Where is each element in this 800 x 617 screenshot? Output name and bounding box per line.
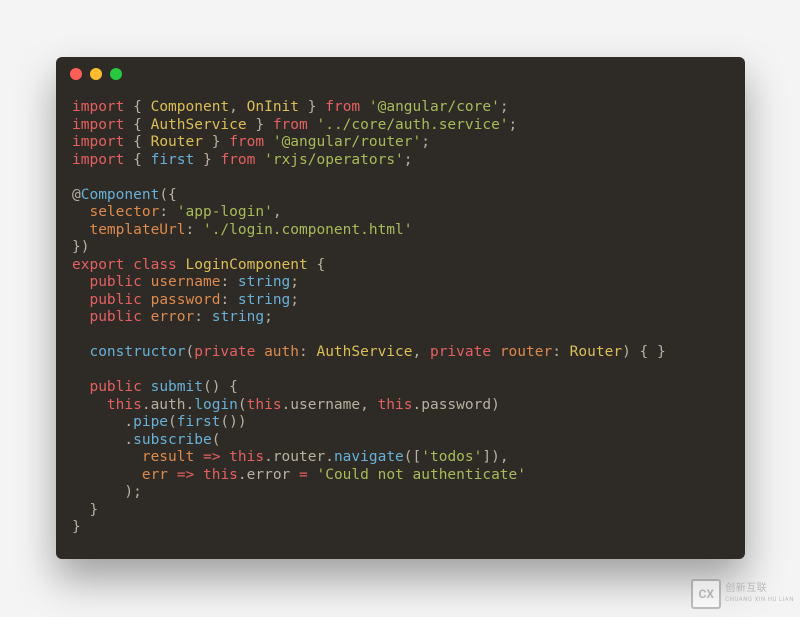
line-5 — [72, 169, 81, 185]
line-13: public error: string; — [72, 309, 273, 325]
line-12: public password: string; — [72, 292, 299, 308]
close-icon[interactable] — [70, 68, 82, 80]
line-11: public username: string; — [72, 274, 299, 290]
watermark-line1: 创新互联 — [725, 583, 794, 594]
line-4: import { first } from 'rxjs/operators'; — [72, 152, 413, 168]
minimize-icon[interactable] — [90, 68, 102, 80]
line-8: templateUrl: './login.component.html' — [72, 222, 412, 238]
line-18: this.auth.login(this.username, this.pass… — [72, 397, 500, 413]
line-15: constructor(private auth: AuthService, p… — [72, 344, 666, 360]
line-16 — [72, 362, 81, 378]
line-14 — [72, 327, 81, 343]
line-20: .subscribe( — [72, 432, 220, 448]
watermark-line2: CHUANG XIN HU LIAN — [725, 594, 794, 605]
line-23: ); — [72, 484, 142, 500]
line-24: } — [72, 502, 98, 518]
line-25: } — [72, 519, 81, 535]
line-21: result => this.router.navigate(['todos']… — [72, 449, 509, 465]
line-10: export class LoginComponent { — [72, 257, 325, 273]
maximize-icon[interactable] — [110, 68, 122, 80]
code-content: import { Component, OnInit } from '@angu… — [56, 91, 745, 553]
line-2: import { AuthService } from '../core/aut… — [72, 117, 517, 133]
line-7: selector: 'app-login', — [72, 204, 282, 220]
code-window: import { Component, OnInit } from '@angu… — [56, 57, 745, 559]
window-titlebar — [56, 57, 745, 91]
watermark: CX 创新互联 CHUANG XIN HU LIAN — [691, 579, 794, 609]
line-22: err => this.error = 'Could not authentic… — [72, 467, 526, 483]
line-3: import { Router } from '@angular/router'… — [72, 134, 430, 150]
watermark-logo-icon: CX — [691, 579, 721, 609]
line-6: @Component({ — [72, 187, 177, 203]
line-1: import { Component, OnInit } from '@angu… — [72, 99, 509, 115]
line-9: }) — [72, 239, 89, 255]
line-17: public submit() { — [72, 379, 238, 395]
watermark-text: 创新互联 CHUANG XIN HU LIAN — [725, 583, 794, 605]
line-19: .pipe(first()) — [72, 414, 247, 430]
